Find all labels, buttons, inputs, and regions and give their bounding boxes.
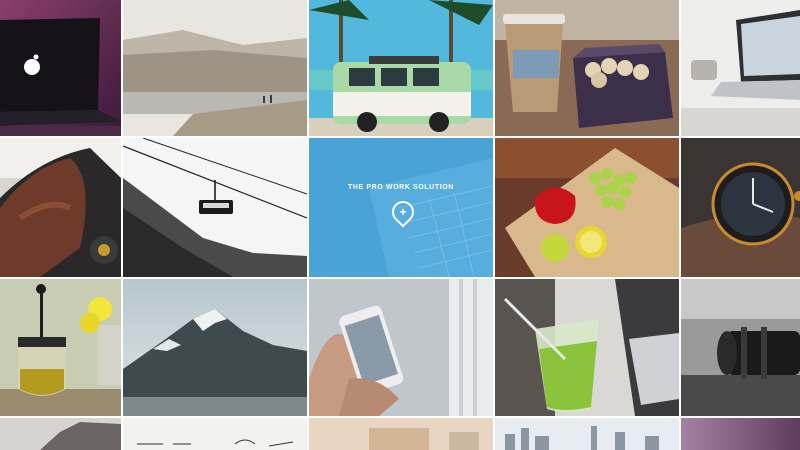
camper-van-image [309, 0, 493, 136]
tile-city-rooftop[interactable] [0, 418, 121, 450]
tile-wristwatch[interactable] [681, 138, 800, 277]
tile-french-press-flowers[interactable] [0, 279, 121, 416]
tile-pro-work-solution[interactable]: THE PRO WORK SOLUTION + [309, 138, 493, 277]
cable-car-image [123, 138, 307, 277]
leather-glove-image [0, 138, 121, 277]
tile-misty-lake[interactable] [123, 0, 307, 136]
tile-pepper-grapes-lime[interactable] [495, 138, 679, 277]
snowy-mountain-image [123, 279, 307, 416]
photo-grid-gallery: THE PRO WORK SOLUTION + [0, 0, 800, 450]
tile-sketch-icons[interactable] [123, 418, 307, 450]
tile-laptop-apple-logo[interactable] [0, 0, 121, 136]
camera-lens-image [681, 279, 800, 416]
feature-caption: THE PRO WORK SOLUTION [348, 184, 454, 191]
tile-city-skyline[interactable] [495, 418, 679, 450]
blurred-interior-image [309, 418, 493, 450]
tile-snowy-mountain[interactable] [123, 279, 307, 416]
tile-smartphone-in-hand[interactable] [309, 279, 493, 416]
tile-coffee-cup-macarons[interactable] [495, 0, 679, 136]
laptop-desk-image [681, 0, 800, 136]
city-rooftop-image [0, 418, 121, 450]
tile-mojito-laptop[interactable] [495, 279, 679, 416]
wristwatch-image [681, 138, 800, 277]
tile-leather-glove-steering-wheel[interactable] [0, 138, 121, 277]
tile-blurred-interior[interactable] [309, 418, 493, 450]
french-press-image [0, 279, 121, 416]
purple-gradient-image [681, 418, 800, 450]
laptop-apple-logo-image [0, 0, 121, 136]
tile-camper-van-palms[interactable] [309, 0, 493, 136]
sketch-icons-image [123, 418, 307, 450]
tile-purple-gradient[interactable] [681, 418, 800, 450]
tile-cable-car-mountain[interactable] [123, 138, 307, 277]
city-skyline-image [495, 418, 679, 450]
smartphone-image [309, 279, 493, 416]
tile-camera-lens[interactable] [681, 279, 800, 416]
tile-laptop-desk[interactable] [681, 0, 800, 136]
misty-lake-image [123, 0, 307, 136]
coffee-macarons-image [495, 0, 679, 136]
mojito-image [495, 279, 679, 416]
pepper-grapes-image [495, 138, 679, 277]
plus-icon: + [399, 205, 407, 219]
